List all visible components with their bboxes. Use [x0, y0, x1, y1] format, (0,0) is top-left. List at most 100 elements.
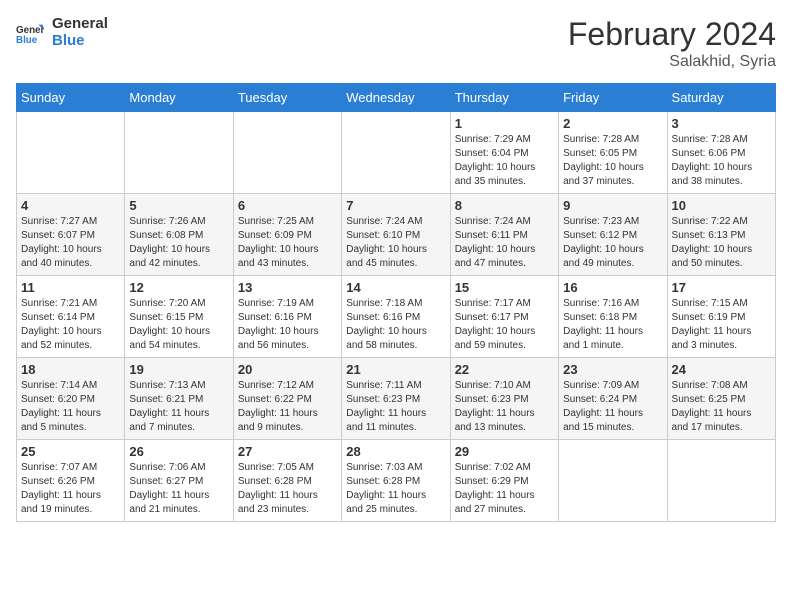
location-subtitle: Salakhid, Syria	[568, 53, 776, 71]
calendar-cell: 26 Sunrise: 7:06 AM Sunset: 6:27 PM Dayli…	[125, 440, 233, 522]
day-number: 10	[672, 198, 771, 213]
day-number: 3	[672, 116, 771, 131]
day-number: 11	[21, 280, 120, 295]
day-info: Sunrise: 7:11 AM Sunset: 6:23 PM Dayligh…	[346, 379, 445, 435]
day-header-thursday: Thursday	[450, 84, 558, 112]
title-block: February 2024 Salakhid, Syria	[568, 16, 776, 71]
page-header: General Blue General Blue February 2024 …	[16, 16, 776, 71]
calendar-cell: 29 Sunrise: 7:02 AM Sunset: 6:29 PM Dayli…	[450, 440, 558, 522]
day-header-sunday: Sunday	[17, 84, 125, 112]
calendar-cell: 10 Sunrise: 7:22 AM Sunset: 6:13 PM Dayli…	[667, 194, 775, 276]
day-number: 27	[238, 444, 337, 459]
calendar-week-2: 4 Sunrise: 7:27 AM Sunset: 6:07 PM Daylig…	[17, 194, 776, 276]
calendar-cell: 23Sunrise: 7:09 AM Sunset: 6:24 PM Dayli…	[559, 358, 667, 440]
day-info: Sunrise: 7:21 AM Sunset: 6:14 PM Dayligh…	[21, 297, 120, 353]
day-header-friday: Friday	[559, 84, 667, 112]
calendar-cell: 16 Sunrise: 7:16 AM Sunset: 6:18 PM Dayli…	[559, 276, 667, 358]
calendar-cell: 19Sunrise: 7:13 AM Sunset: 6:21 PM Dayli…	[125, 358, 233, 440]
day-info: Sunrise: 7:10 AM Sunset: 6:23 PM Dayligh…	[455, 379, 554, 435]
day-info: Sunrise: 7:03 AM Sunset: 6:28 PM Dayligh…	[346, 461, 445, 517]
day-number: 21	[346, 362, 445, 377]
day-number: 28	[346, 444, 445, 459]
calendar-cell: 4 Sunrise: 7:27 AM Sunset: 6:07 PM Daylig…	[17, 194, 125, 276]
day-info: Sunrise: 7:27 AM Sunset: 6:07 PM Dayligh…	[21, 215, 120, 271]
calendar-week-4: 18 Sunrise: 7:14 AM Sunset: 6:20 PM Dayli…	[17, 358, 776, 440]
month-year-title: February 2024	[568, 16, 776, 53]
day-header-saturday: Saturday	[667, 84, 775, 112]
calendar-cell: 17 Sunrise: 7:15 AM Sunset: 6:19 PM Dayli…	[667, 276, 775, 358]
day-info: Sunrise: 7:28 AM Sunset: 6:05 PM Dayligh…	[563, 133, 662, 189]
day-number: 1	[455, 116, 554, 131]
calendar-cell: 8 Sunrise: 7:24 AM Sunset: 6:11 PM Daylig…	[450, 194, 558, 276]
day-info: Sunrise: 7:20 AM Sunset: 6:15 PM Dayligh…	[129, 297, 228, 353]
calendar-cell	[233, 112, 341, 194]
calendar-cell: 2 Sunrise: 7:28 AM Sunset: 6:05 PM Daylig…	[559, 112, 667, 194]
calendar-cell	[667, 440, 775, 522]
calendar-cell: 15 Sunrise: 7:17 AM Sunset: 6:17 PM Dayli…	[450, 276, 558, 358]
calendar-cell: 27 Sunrise: 7:05 AM Sunset: 6:28 PM Dayli…	[233, 440, 341, 522]
day-number: 25	[21, 444, 120, 459]
day-info: Sunrise: 7:29 AM Sunset: 6:04 PM Dayligh…	[455, 133, 554, 189]
day-number: 22	[455, 362, 554, 377]
day-number: 8	[455, 198, 554, 213]
calendar-cell: 9Sunrise: 7:23 AM Sunset: 6:12 PM Daylig…	[559, 194, 667, 276]
day-number: 16	[563, 280, 662, 295]
day-info: Sunrise: 7:08 AM Sunset: 6:25 PM Dayligh…	[672, 379, 771, 435]
day-header-wednesday: Wednesday	[342, 84, 450, 112]
day-number: 15	[455, 280, 554, 295]
day-number: 7	[346, 198, 445, 213]
logo-line2: Blue	[52, 33, 108, 50]
day-info: Sunrise: 7:24 AM Sunset: 6:10 PM Dayligh…	[346, 215, 445, 271]
day-info: Sunrise: 7:07 AM Sunset: 6:26 PM Dayligh…	[21, 461, 120, 517]
day-number: 13	[238, 280, 337, 295]
calendar-cell: 20Sunrise: 7:12 AM Sunset: 6:22 PM Dayli…	[233, 358, 341, 440]
logo-line1: General	[52, 16, 108, 33]
calendar-cell: 11 Sunrise: 7:21 AM Sunset: 6:14 PM Dayli…	[17, 276, 125, 358]
day-info: Sunrise: 7:02 AM Sunset: 6:29 PM Dayligh…	[455, 461, 554, 517]
day-number: 2	[563, 116, 662, 131]
day-number: 6	[238, 198, 337, 213]
day-info: Sunrise: 7:06 AM Sunset: 6:27 PM Dayligh…	[129, 461, 228, 517]
calendar-cell: 12Sunrise: 7:20 AM Sunset: 6:15 PM Dayli…	[125, 276, 233, 358]
day-info: Sunrise: 7:28 AM Sunset: 6:06 PM Dayligh…	[672, 133, 771, 189]
day-info: Sunrise: 7:22 AM Sunset: 6:13 PM Dayligh…	[672, 215, 771, 271]
days-of-week-row: SundayMondayTuesdayWednesdayThursdayFrid…	[17, 84, 776, 112]
day-info: Sunrise: 7:17 AM Sunset: 6:17 PM Dayligh…	[455, 297, 554, 353]
calendar-cell	[342, 112, 450, 194]
day-number: 26	[129, 444, 228, 459]
calendar-cell: 18 Sunrise: 7:14 AM Sunset: 6:20 PM Dayli…	[17, 358, 125, 440]
day-header-tuesday: Tuesday	[233, 84, 341, 112]
calendar-week-3: 11 Sunrise: 7:21 AM Sunset: 6:14 PM Dayli…	[17, 276, 776, 358]
calendar-cell: 28 Sunrise: 7:03 AM Sunset: 6:28 PM Dayli…	[342, 440, 450, 522]
calendar-cell	[125, 112, 233, 194]
day-header-monday: Monday	[125, 84, 233, 112]
calendar-cell: 5Sunrise: 7:26 AM Sunset: 6:08 PM Daylig…	[125, 194, 233, 276]
day-number: 14	[346, 280, 445, 295]
calendar-cell: 13Sunrise: 7:19 AM Sunset: 6:16 PM Dayli…	[233, 276, 341, 358]
day-info: Sunrise: 7:15 AM Sunset: 6:19 PM Dayligh…	[672, 297, 771, 353]
day-number: 24	[672, 362, 771, 377]
day-number: 18	[21, 362, 120, 377]
day-number: 17	[672, 280, 771, 295]
calendar-cell	[17, 112, 125, 194]
day-info: Sunrise: 7:18 AM Sunset: 6:16 PM Dayligh…	[346, 297, 445, 353]
day-info: Sunrise: 7:16 AM Sunset: 6:18 PM Dayligh…	[563, 297, 662, 353]
calendar-cell: 24 Sunrise: 7:08 AM Sunset: 6:25 PM Dayli…	[667, 358, 775, 440]
day-number: 5	[129, 198, 228, 213]
calendar-cell	[559, 440, 667, 522]
logo: General Blue General Blue	[16, 16, 108, 49]
calendar-cell: 14 Sunrise: 7:18 AM Sunset: 6:16 PM Dayli…	[342, 276, 450, 358]
day-info: Sunrise: 7:25 AM Sunset: 6:09 PM Dayligh…	[238, 215, 337, 271]
day-info: Sunrise: 7:05 AM Sunset: 6:28 PM Dayligh…	[238, 461, 337, 517]
calendar-cell: 25 Sunrise: 7:07 AM Sunset: 6:26 PM Dayli…	[17, 440, 125, 522]
day-info: Sunrise: 7:09 AM Sunset: 6:24 PM Dayligh…	[563, 379, 662, 435]
day-info: Sunrise: 7:24 AM Sunset: 6:11 PM Dayligh…	[455, 215, 554, 271]
calendar-cell: 21 Sunrise: 7:11 AM Sunset: 6:23 PM Dayli…	[342, 358, 450, 440]
calendar-cell: 6 Sunrise: 7:25 AM Sunset: 6:09 PM Daylig…	[233, 194, 341, 276]
calendar-cell: 1 Sunrise: 7:29 AM Sunset: 6:04 PM Daylig…	[450, 112, 558, 194]
day-number: 29	[455, 444, 554, 459]
day-number: 9	[563, 198, 662, 213]
calendar-week-5: 25 Sunrise: 7:07 AM Sunset: 6:26 PM Dayli…	[17, 440, 776, 522]
day-number: 4	[21, 198, 120, 213]
day-info: Sunrise: 7:14 AM Sunset: 6:20 PM Dayligh…	[21, 379, 120, 435]
